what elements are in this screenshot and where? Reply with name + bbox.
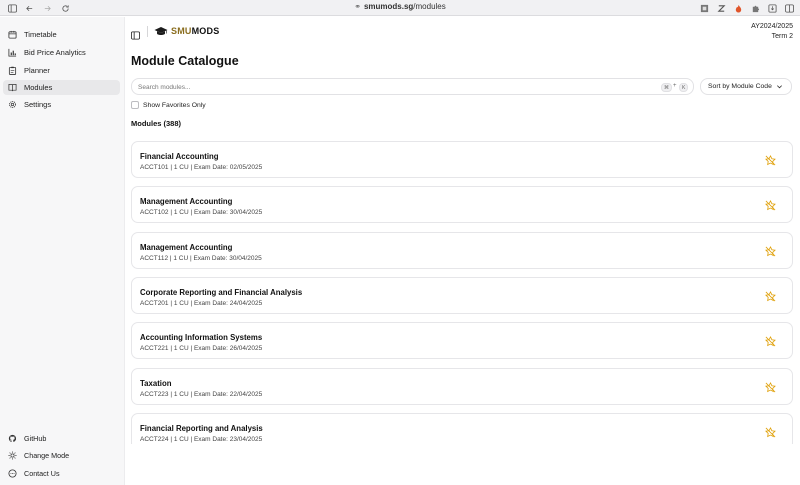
term-label: Term 2	[771, 33, 793, 40]
extension-puzzle-icon[interactable]	[750, 3, 760, 13]
header-divider	[147, 26, 148, 37]
gear-icon	[8, 100, 17, 109]
calendar-icon	[8, 30, 17, 39]
module-name: Financial Reporting and Analysis	[140, 424, 263, 433]
sidebar-item-planner[interactable]: Planner	[3, 63, 120, 78]
module-meta: ACCT102 | 1 CU | Exam Date: 30/04/2025	[140, 209, 263, 216]
download-icon[interactable]	[767, 3, 777, 13]
sidebar-item-label: GitHub	[24, 434, 47, 443]
module-list: Financial Accounting ACCT101 | 1 CU | Ex…	[131, 141, 793, 444]
star-off-icon[interactable]	[765, 155, 776, 166]
favorites-filter[interactable]: Show Favorites Only	[131, 101, 206, 109]
app-logo[interactable]: SMUMODS	[154, 26, 219, 36]
module-meta: ACCT101 | 1 CU | Exam Date: 02/05/2025	[140, 164, 263, 171]
module-card[interactable]: Management Accounting ACCT102 | 1 CU | E…	[131, 186, 793, 223]
sidebar-item-label: Change Mode	[24, 451, 70, 460]
url-path: /modules	[413, 2, 446, 11]
module-name: Management Accounting	[140, 197, 233, 206]
book-icon	[8, 83, 17, 92]
search-input[interactable]	[138, 81, 648, 93]
sidebar-item-contact-us[interactable]: Contact Us	[3, 466, 120, 481]
shortcut-k-key: K	[679, 83, 689, 92]
module-name: Corporate Reporting and Financial Analys…	[140, 288, 303, 297]
academic-year: AY2024/2025	[751, 23, 793, 30]
url-domain: smumods.sg	[363, 2, 414, 11]
message-icon	[8, 469, 17, 478]
clipboard-icon	[8, 66, 17, 75]
favorites-label: Show Favorites Only	[143, 101, 206, 109]
bar-chart-icon	[8, 48, 17, 57]
module-meta: ACCT223 | 1 CU | Exam Date: 22/04/2025	[140, 391, 263, 398]
app-header: SMUMODS AY2024/2025 Term 2	[126, 17, 800, 47]
star-off-icon[interactable]	[765, 291, 776, 302]
sidebar: Timetable Bid Price Analytics Planner Mo…	[0, 17, 125, 485]
sort-select[interactable]: Sort by Module Code	[700, 78, 792, 95]
browser-toolbar: ⚭ smumods.sg/modules	[0, 0, 800, 16]
favorites-checkbox[interactable]	[131, 101, 139, 109]
star-off-icon[interactable]	[765, 427, 776, 438]
github-icon	[8, 434, 17, 443]
sun-icon	[8, 451, 17, 460]
sidebar-item-label: Settings	[24, 100, 52, 109]
page-title: Module Catalogue	[131, 54, 239, 68]
graduation-cap-icon	[154, 27, 168, 35]
shortcut-plus: +	[673, 83, 677, 89]
module-meta: ACCT112 | 1 CU | Exam Date: 30/04/2025	[140, 255, 262, 262]
module-card[interactable]: Financial Accounting ACCT101 | 1 CU | Ex…	[131, 141, 793, 178]
module-card[interactable]: Accounting Information Systems ACCT221 |…	[131, 322, 793, 359]
module-card[interactable]: Corporate Reporting and Financial Analys…	[131, 277, 793, 314]
module-card[interactable]: Management Accounting ACCT112 | 1 CU | E…	[131, 232, 793, 269]
module-name: Accounting Information Systems	[140, 333, 263, 342]
sidebar-item-label: Bid Price Analytics	[24, 48, 86, 57]
module-card[interactable]: Taxation ACCT223 | 1 CU | Exam Date: 22/…	[131, 368, 793, 405]
module-meta: ACCT201 | 1 CU | Exam Date: 24/04/2025	[140, 300, 263, 307]
search-box[interactable]: ⌘ + K	[131, 78, 694, 95]
module-card[interactable]: Financial Reporting and Analysis ACCT224…	[131, 413, 793, 444]
module-name: Financial Accounting	[140, 152, 219, 161]
module-count: Modules (388)	[131, 119, 182, 128]
address-bar[interactable]: ⚭ smumods.sg/modules	[0, 2, 800, 11]
star-off-icon[interactable]	[765, 246, 776, 257]
module-meta: ACCT221 | 1 CU | Exam Date: 26/04/2025	[140, 345, 263, 352]
sidebar-item-label: Planner	[24, 66, 50, 75]
panel-toggle-icon[interactable]	[131, 27, 140, 40]
shortcut-command-key: ⌘	[661, 83, 672, 92]
link-icon: ⚭	[354, 2, 361, 11]
star-off-icon[interactable]	[765, 382, 776, 393]
star-off-icon[interactable]	[765, 336, 776, 347]
logo-smu-text: SMU	[171, 26, 192, 36]
sidebar-item-label: Timetable	[24, 30, 57, 39]
module-name: Taxation	[140, 379, 172, 388]
extension-grid-icon[interactable]	[699, 3, 709, 13]
module-name: Management Accounting	[140, 243, 233, 252]
sidebar-item-label: Contact Us	[24, 469, 60, 478]
sidebar-item-settings[interactable]: Settings	[3, 97, 120, 112]
sidebar-item-change-mode[interactable]: Change Mode	[3, 448, 120, 463]
extension-fire-icon[interactable]	[733, 3, 743, 13]
star-off-icon[interactable]	[765, 200, 776, 211]
extension-z-icon[interactable]	[716, 3, 726, 13]
logo-mods-text: MODS	[191, 26, 220, 36]
sort-select-value: Sort by Module Code	[708, 83, 772, 90]
sidebar-item-timetable[interactable]: Timetable	[3, 27, 120, 42]
term-indicator: AY2024/2025 Term 2	[751, 22, 793, 42]
sidebar-item-label: Modules	[24, 83, 53, 92]
split-view-icon[interactable]	[784, 3, 794, 13]
chevron-down-icon	[777, 85, 782, 89]
sidebar-item-bid-price-analytics[interactable]: Bid Price Analytics	[3, 45, 120, 60]
module-meta: ACCT224 | 1 CU | Exam Date: 23/04/2025	[140, 436, 263, 443]
sidebar-item-github[interactable]: GitHub	[3, 431, 120, 446]
sidebar-item-modules[interactable]: Modules	[3, 80, 120, 95]
